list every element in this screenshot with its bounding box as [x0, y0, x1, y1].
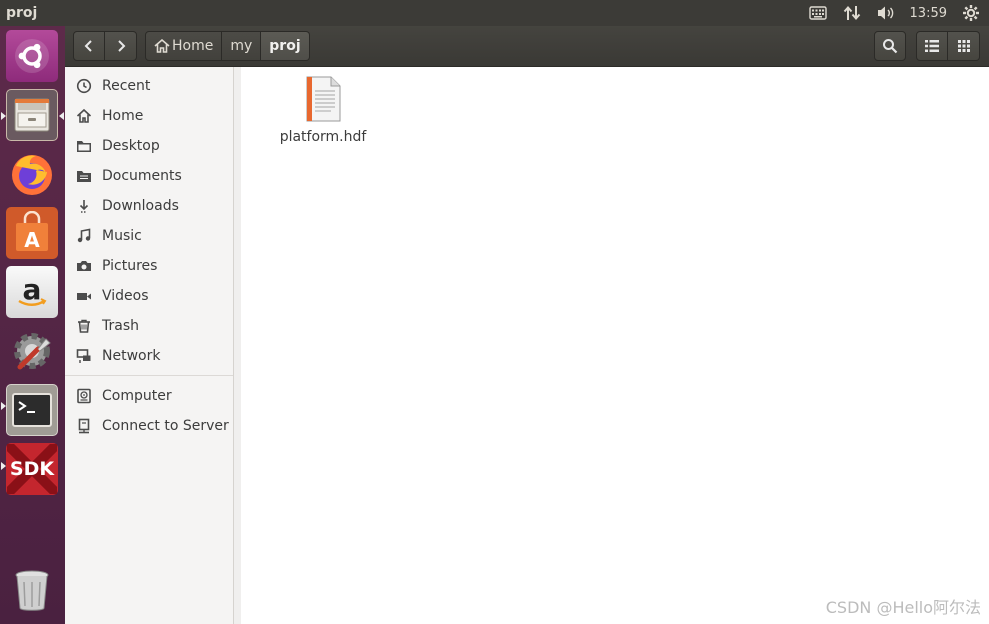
back-button[interactable] [73, 31, 105, 61]
sidebar-item-label: Videos [102, 288, 149, 304]
sidebar-item-trash[interactable]: Trash [65, 311, 233, 341]
sidebar-item-label: Home [102, 108, 144, 124]
software-center-launcher-button[interactable]: A [6, 207, 58, 259]
file-item[interactable]: platform.hdf [277, 75, 369, 145]
sdk-label: SDK [9, 458, 55, 480]
top-panel: proj 13:59 [0, 0, 989, 26]
sidebar-item-downloads[interactable]: Downloads [65, 191, 233, 221]
breadcrumb-proj-label: proj [269, 38, 301, 54]
amazon-launcher-button[interactable]: a [6, 266, 58, 318]
sidebar-item-label: Pictures [102, 258, 158, 274]
list-view-button[interactable] [916, 31, 948, 61]
trash-icon [76, 318, 92, 334]
video-icon [76, 288, 92, 304]
volume-icon[interactable] [876, 3, 896, 23]
list-view-icon [925, 40, 939, 52]
sidebar-item-label: Downloads [102, 198, 179, 214]
chevron-left-icon [84, 40, 92, 52]
launcher: A a SDK [0, 26, 65, 624]
breadcrumb-proj[interactable]: proj [261, 31, 310, 61]
search-icon [883, 39, 898, 54]
breadcrumb-home-label: Home [172, 38, 214, 54]
sdk-launcher-button[interactable]: SDK [6, 443, 58, 495]
window-title: proj [6, 5, 38, 21]
sidebar-item-desktop[interactable]: Desktop [65, 131, 233, 161]
sidebar-item-music[interactable]: Music [65, 221, 233, 251]
firefox-icon [12, 155, 52, 195]
download-icon [76, 198, 92, 214]
terminal-icon [12, 393, 52, 427]
grid-view-icon [957, 40, 970, 52]
music-icon [76, 228, 92, 244]
computer-icon [76, 388, 92, 404]
shopping-bag-icon: A [16, 211, 48, 252]
sidebar-item-connect-to-server[interactable]: Connect to Server [65, 411, 233, 441]
trash-launcher-button[interactable] [6, 564, 58, 616]
settings-tools-icon [14, 333, 51, 370]
settings-gear-icon[interactable] [961, 3, 981, 23]
text-file-icon [306, 76, 341, 122]
firefox-launcher-button[interactable] [6, 148, 58, 200]
sidebar-item-home[interactable]: Home [65, 101, 233, 131]
clock-icon [76, 78, 92, 94]
system-settings-launcher-button[interactable] [6, 325, 58, 377]
breadcrumb-my-label: my [230, 38, 253, 54]
sidebar-item-pictures[interactable]: Pictures [65, 251, 233, 281]
amazon-icon: a [18, 273, 47, 306]
breadcrumb-home[interactable]: Home [145, 31, 223, 61]
server-icon [76, 418, 92, 434]
sidebar-item-label: Network [102, 348, 161, 364]
folder-icon [76, 138, 92, 154]
ubuntu-logo-icon [15, 39, 49, 73]
network-arrows-icon[interactable] [842, 3, 862, 23]
sidebar-item-recent[interactable]: Recent [65, 71, 233, 101]
forward-button[interactable] [105, 31, 137, 61]
sidebar-resize-handle[interactable] [234, 67, 241, 624]
sidebar-item-videos[interactable]: Videos [65, 281, 233, 311]
places-sidebar: Recent Home Desktop Documents Downloads … [65, 67, 234, 624]
file-name: platform.hdf [279, 129, 367, 145]
svg-text:a: a [23, 273, 42, 306]
home-icon [154, 39, 170, 53]
sidebar-item-documents[interactable]: Documents [65, 161, 233, 191]
terminal-launcher-button[interactable] [6, 384, 58, 436]
sidebar-item-label: Documents [102, 168, 182, 184]
breadcrumb-my[interactable]: my [222, 31, 262, 61]
sidebar-item-label: Recent [102, 78, 151, 94]
sidebar-item-label: Music [102, 228, 142, 244]
ubuntu-dash-button[interactable] [6, 30, 58, 82]
grid-view-button[interactable] [948, 31, 980, 61]
window-toolbar: Home my proj [65, 26, 989, 67]
network-icon [76, 348, 92, 364]
trash-bin-icon [15, 570, 49, 611]
breadcrumb: Home my proj [145, 31, 310, 61]
keyboard-icon[interactable] [808, 3, 828, 23]
camera-icon [76, 258, 92, 274]
sidebar-item-network[interactable]: Network [65, 341, 233, 371]
sidebar-item-label: Desktop [102, 138, 160, 154]
sidebar-divider [65, 375, 233, 376]
sidebar-item-label: Computer [102, 388, 172, 404]
home-icon [76, 108, 92, 124]
files-launcher-button[interactable] [6, 89, 58, 141]
sidebar-item-computer[interactable]: Computer [65, 381, 233, 411]
chevron-right-icon [117, 40, 125, 52]
sidebar-item-label: Trash [102, 318, 139, 334]
watermark: CSDN @Hello阿尔法 [825, 598, 981, 617]
clock[interactable]: 13:59 [910, 6, 947, 21]
file-view[interactable]: platform.hdf [241, 67, 989, 624]
sidebar-item-label: Connect to Server [102, 418, 229, 434]
svg-text:A: A [24, 228, 40, 252]
search-button[interactable] [874, 31, 906, 61]
document-icon [76, 168, 92, 184]
file-cabinet-icon [14, 98, 50, 132]
indicator-area: 13:59 [808, 3, 989, 23]
